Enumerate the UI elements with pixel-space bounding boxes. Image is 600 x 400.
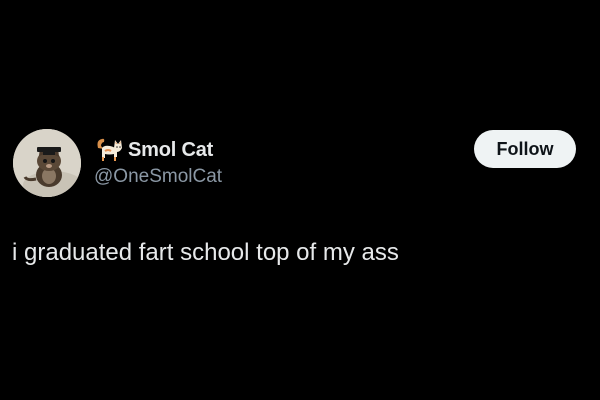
tweet-text: i graduated fart school top of my ass [12,239,399,266]
screen: Smol Cat @OneSmolCat Follow i graduated … [0,0,600,400]
user-handle[interactable]: @OneSmolCat [94,166,222,188]
cat-emoji-icon [97,138,122,161]
kitten-avatar-image [13,129,81,197]
display-name[interactable]: Smol Cat [128,139,213,162]
avatar[interactable] [13,129,81,197]
author-name-row: Smol Cat [94,136,213,164]
tweet-card: Smol Cat @OneSmolCat Follow i graduated … [0,0,600,400]
follow-button[interactable]: Follow [474,130,576,168]
